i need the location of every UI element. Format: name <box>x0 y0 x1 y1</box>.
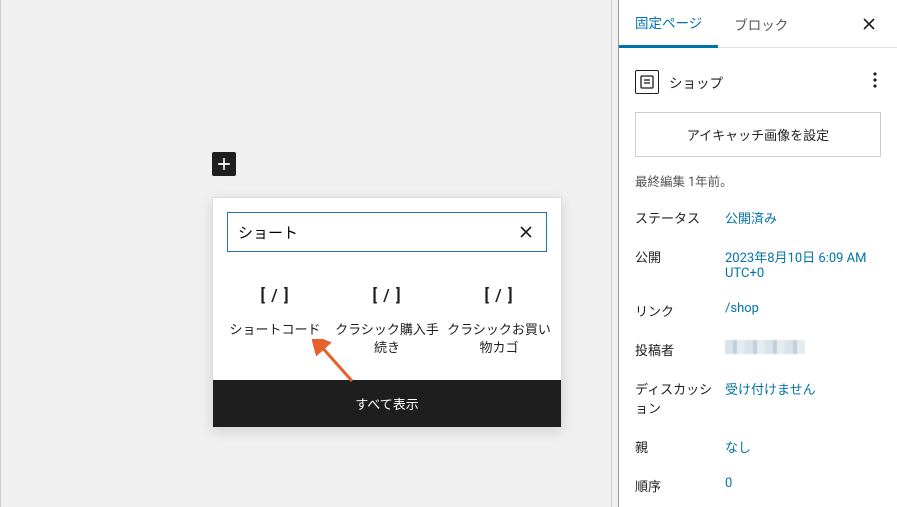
redacted-author <box>725 340 805 354</box>
block-label: クラシックお買い物カゴ <box>447 322 551 358</box>
meta-author: 投稿者 <box>635 340 881 359</box>
tab-block[interactable]: ブロック <box>718 0 804 48</box>
ruler-line <box>0 0 1 507</box>
shortcode-icon: [ / ] <box>447 286 551 306</box>
status-value[interactable]: 公開済み <box>725 208 881 227</box>
tab-page[interactable]: 固定ページ <box>619 0 718 48</box>
editor-canvas: [ / ] ショートコード [ / ] クラシック購入手続き [ / ] クラシ… <box>0 0 618 507</box>
page-icon <box>635 70 659 94</box>
page-summary-row: ショップ <box>635 62 881 112</box>
sidebar-tabs: 固定ページ ブロック <box>619 0 897 48</box>
add-block-button[interactable] <box>212 152 236 176</box>
block-label: ショートコード <box>223 322 327 340</box>
set-featured-image-button[interactable]: アイキャッチ画像を設定 <box>635 112 881 157</box>
block-classic-checkout[interactable]: [ / ] クラシック購入手続き <box>331 274 443 362</box>
page-actions-button[interactable] <box>869 68 881 96</box>
close-sidebar-button[interactable] <box>855 10 883 38</box>
parent-value[interactable]: なし <box>725 437 881 456</box>
last-edited-text: 最終編集 1年前。 <box>635 171 881 190</box>
author-value[interactable] <box>725 340 881 359</box>
meta-parent: 親 なし <box>635 437 881 456</box>
meta-order: 順序 0 <box>635 476 881 495</box>
close-icon <box>861 16 877 32</box>
publish-value[interactable]: 2023年8月10日 6:09 AM UTC+0 <box>725 247 881 281</box>
meta-status: ステータス 公開済み <box>635 208 881 227</box>
shortcode-icon: [ / ] <box>223 286 327 306</box>
meta-label: 公開 <box>635 247 725 281</box>
block-label: クラシック購入手続き <box>335 322 439 358</box>
meta-label: リンク <box>635 301 725 320</box>
block-results: [ / ] ショートコード [ / ] クラシック購入手続き [ / ] クラシ… <box>213 266 561 380</box>
close-icon <box>518 224 534 240</box>
meta-discussion: ディスカッション 受け付けません <box>635 379 881 417</box>
meta-label: 投稿者 <box>635 340 725 359</box>
block-classic-cart[interactable]: [ / ] クラシックお買い物カゴ <box>443 274 555 362</box>
show-all-button[interactable]: すべて表示 <box>213 380 561 427</box>
clear-search-button[interactable] <box>514 220 538 244</box>
panel-body: ショップ アイキャッチ画像を設定 最終編集 1年前。 ステータス 公開済み 公開… <box>619 48 897 495</box>
ruler-line <box>611 0 612 507</box>
meta-label: ステータス <box>635 208 725 227</box>
order-value[interactable]: 0 <box>725 476 881 495</box>
permalink-value[interactable]: /shop <box>725 301 881 320</box>
meta-link: リンク /shop <box>635 301 881 320</box>
meta-label: ディスカッション <box>635 379 725 417</box>
plus-icon <box>214 154 234 174</box>
page-title: ショップ <box>669 72 869 92</box>
meta-label: 順序 <box>635 476 725 495</box>
settings-sidebar: 固定ページ ブロック ショップ アイキャッチ画像を設定 最終編集 1年前。 ステ… <box>618 0 897 507</box>
block-search-field[interactable] <box>227 212 547 252</box>
block-shortcode[interactable]: [ / ] ショートコード <box>219 274 331 362</box>
meta-publish: 公開 2023年8月10日 6:09 AM UTC+0 <box>635 247 881 281</box>
discussion-value[interactable]: 受け付けません <box>725 379 881 417</box>
document-icon <box>640 75 654 89</box>
meta-label: 親 <box>635 437 725 456</box>
shortcode-icon: [ / ] <box>335 286 439 306</box>
search-input[interactable] <box>238 224 514 241</box>
more-vertical-icon <box>873 72 877 88</box>
block-inserter-popover: [ / ] ショートコード [ / ] クラシック購入手続き [ / ] クラシ… <box>212 197 562 428</box>
